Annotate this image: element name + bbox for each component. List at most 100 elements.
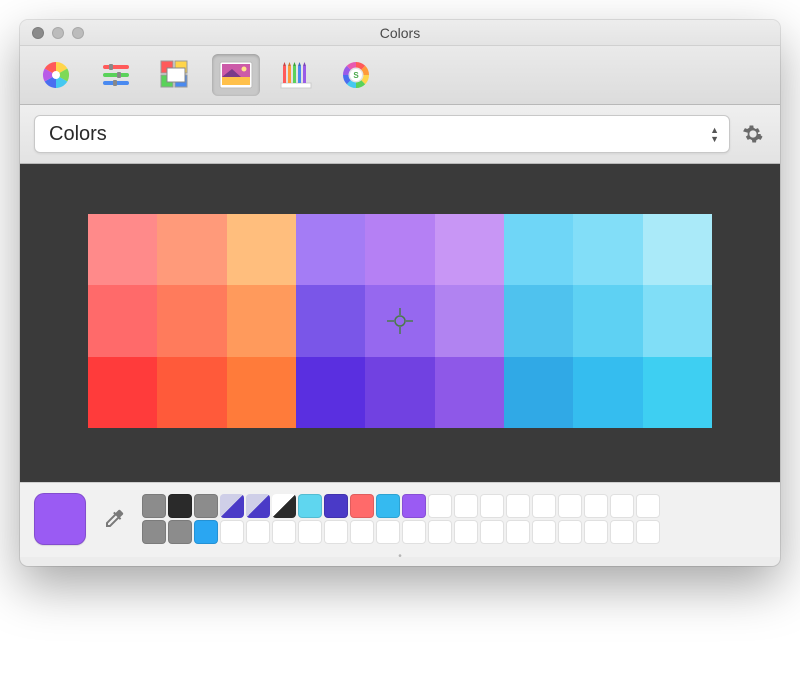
tab-color-sliders[interactable]: [92, 54, 140, 96]
grid-cell[interactable]: [435, 285, 504, 356]
grid-cell[interactable]: [365, 214, 434, 285]
palette-select-value: Colors: [49, 123, 107, 146]
grid-cell[interactable]: [643, 357, 712, 428]
swatch[interactable]: [558, 494, 582, 518]
swatch[interactable]: [532, 520, 556, 544]
swatch[interactable]: [142, 520, 166, 544]
grid-cell[interactable]: [227, 285, 296, 356]
swatch[interactable]: [636, 520, 660, 544]
grid-cell[interactable]: [157, 285, 226, 356]
swatch[interactable]: [246, 520, 270, 544]
swatch[interactable]: [298, 494, 322, 518]
pencils-icon: [280, 60, 312, 90]
swatch[interactable]: [220, 494, 244, 518]
grid-cell[interactable]: [296, 214, 365, 285]
swatch[interactable]: [272, 494, 296, 518]
sliders-icon: [101, 62, 131, 88]
swatch[interactable]: [272, 520, 296, 544]
swatch[interactable]: [376, 494, 400, 518]
grid-cell[interactable]: [504, 357, 573, 428]
grid-cell[interactable]: [365, 357, 434, 428]
palette-select[interactable]: Colors ▲▼: [34, 115, 730, 153]
swatch[interactable]: [194, 494, 218, 518]
swatch[interactable]: [142, 494, 166, 518]
eyedropper-icon: [102, 507, 126, 531]
grid-cell[interactable]: [88, 357, 157, 428]
swatch[interactable]: [454, 494, 478, 518]
traffic-lights: [32, 27, 84, 39]
swatch[interactable]: [402, 520, 426, 544]
grid-cell[interactable]: [435, 214, 504, 285]
swatch[interactable]: [194, 520, 218, 544]
swatch[interactable]: [506, 494, 530, 518]
swatch[interactable]: [428, 494, 452, 518]
palette-settings-button[interactable]: [740, 121, 766, 147]
grid-cell[interactable]: [573, 214, 642, 285]
close-button[interactable]: [32, 27, 44, 39]
swatch[interactable]: [584, 494, 608, 518]
swatch[interactable]: [558, 520, 582, 544]
swatch-grid: [142, 494, 660, 544]
selected-color-well[interactable]: [34, 493, 86, 545]
color-grid[interactable]: [88, 214, 712, 428]
swatch[interactable]: [168, 494, 192, 518]
grid-cell[interactable]: [296, 357, 365, 428]
grid-cell[interactable]: [157, 214, 226, 285]
resize-handle[interactable]: •: [20, 551, 780, 566]
tab-pencils[interactable]: [272, 54, 320, 96]
swatch[interactable]: [350, 520, 374, 544]
swatch[interactable]: [298, 520, 322, 544]
swatch[interactable]: [610, 494, 634, 518]
grid-cell[interactable]: [504, 285, 573, 356]
swatch[interactable]: [454, 520, 478, 544]
grid-cell[interactable]: [88, 214, 157, 285]
grid-cell[interactable]: [365, 285, 434, 356]
zoom-button[interactable]: [72, 27, 84, 39]
tab-color-palettes[interactable]: [152, 54, 200, 96]
swatch[interactable]: [506, 520, 530, 544]
swatch[interactable]: [480, 494, 504, 518]
swatch[interactable]: [168, 520, 192, 544]
grid-cell[interactable]: [227, 214, 296, 285]
swatch[interactable]: [402, 494, 426, 518]
gear-icon: [742, 123, 764, 145]
swatch[interactable]: [220, 520, 244, 544]
minimize-button[interactable]: [52, 27, 64, 39]
eyedropper-button[interactable]: [100, 505, 128, 533]
swatch[interactable]: [428, 520, 452, 544]
swatch[interactable]: [324, 520, 348, 544]
swatch[interactable]: [324, 494, 348, 518]
grid-cell[interactable]: [435, 357, 504, 428]
swatch[interactable]: [376, 520, 400, 544]
palettes-icon: [160, 60, 192, 90]
grid-cell[interactable]: [296, 285, 365, 356]
grid-cell[interactable]: [157, 357, 226, 428]
palette-bar: Colors ▲▼: [20, 105, 780, 164]
grid-cell[interactable]: [573, 285, 642, 356]
swatch[interactable]: [636, 494, 660, 518]
swatch[interactable]: [480, 520, 504, 544]
tab-color-wheel[interactable]: [32, 54, 80, 96]
grid-cell[interactable]: [643, 214, 712, 285]
grid-cell[interactable]: [88, 285, 157, 356]
grid-cell[interactable]: [573, 357, 642, 428]
picker-mode-toolbar: S: [20, 46, 780, 105]
color-wheel-icon: [41, 60, 71, 90]
swatch[interactable]: [584, 520, 608, 544]
spectrum-icon: S: [341, 60, 371, 90]
image-area: [20, 164, 780, 482]
grid-cell[interactable]: [504, 214, 573, 285]
swatch[interactable]: [532, 494, 556, 518]
grid-cell[interactable]: [227, 357, 296, 428]
grid-cell[interactable]: [643, 285, 712, 356]
swatch[interactable]: [246, 494, 270, 518]
tab-spectrum[interactable]: S: [332, 54, 380, 96]
colors-window: Colors: [20, 20, 780, 566]
titlebar[interactable]: Colors: [20, 20, 780, 46]
tab-image-palettes[interactable]: [212, 54, 260, 96]
swatch[interactable]: [350, 494, 374, 518]
svg-text:S: S: [353, 71, 359, 80]
swatch[interactable]: [610, 520, 634, 544]
footer: [20, 482, 780, 557]
image-icon: [219, 61, 253, 89]
